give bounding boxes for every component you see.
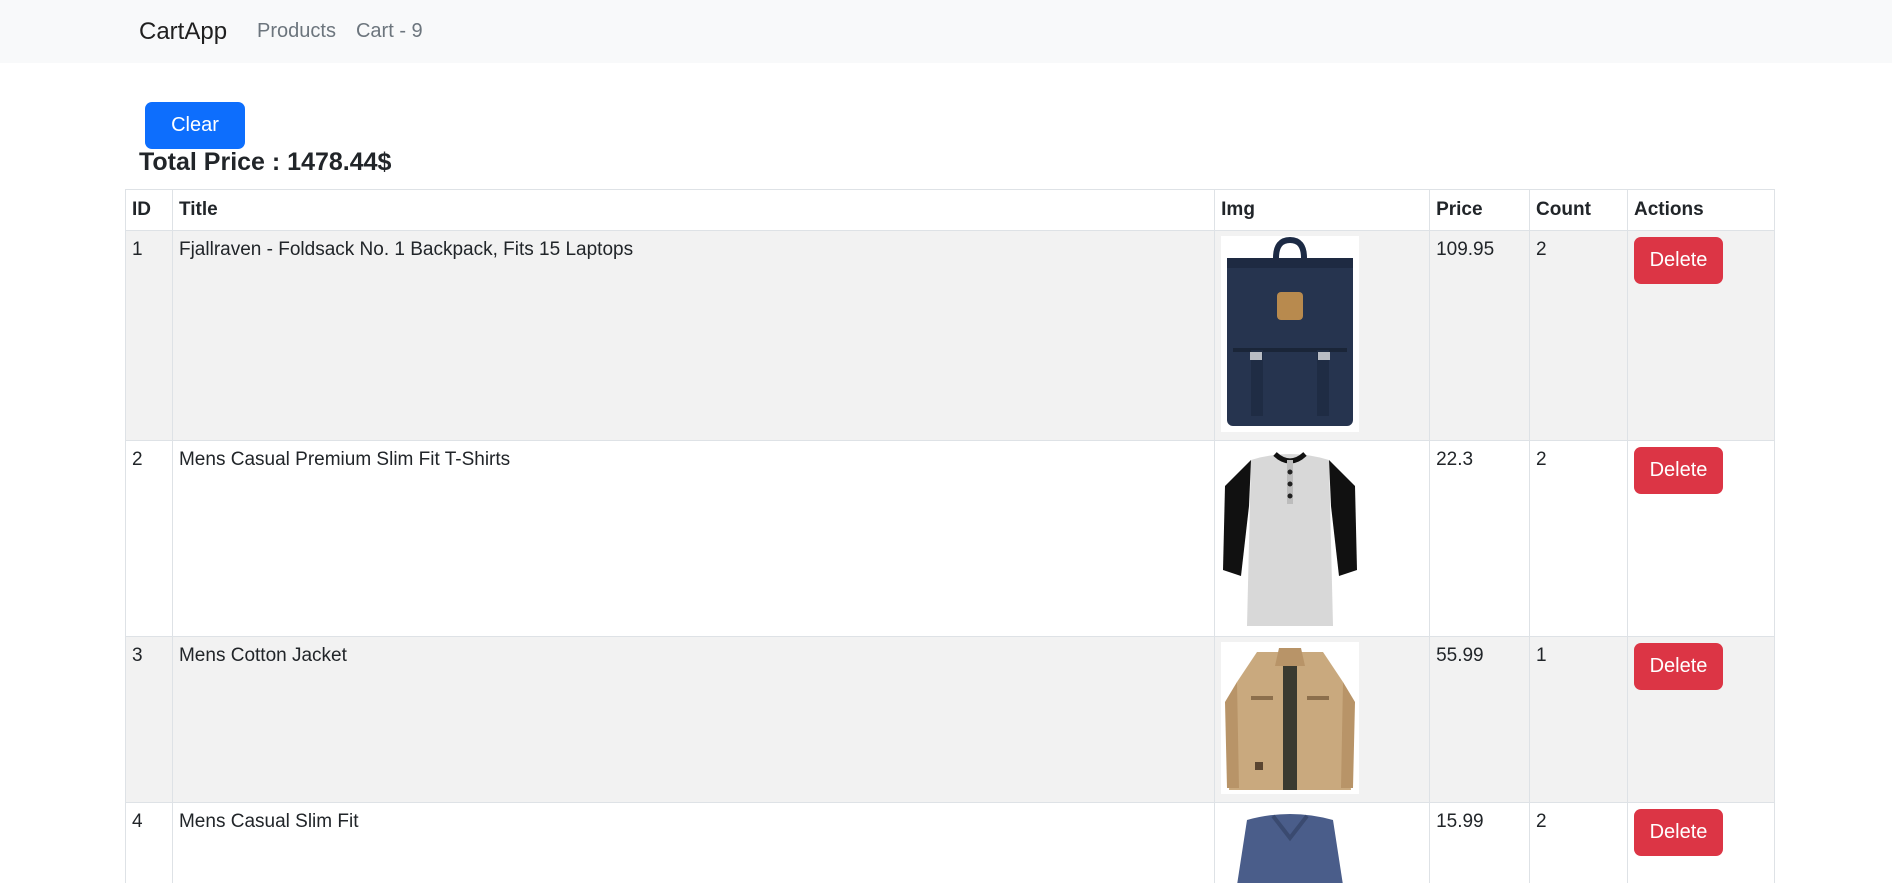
header-price: Price	[1429, 189, 1531, 231]
cell-img	[1214, 802, 1431, 883]
longsleeve-image	[1221, 808, 1360, 883]
table-row: 1 Fjallraven - Foldsack No. 1 Backpack, …	[125, 230, 1775, 441]
jacket-image	[1221, 642, 1360, 794]
cell-title: Mens Casual Premium Slim Fit T-Shirts	[171, 440, 1216, 637]
cell-count: 2	[1529, 440, 1629, 637]
table-header-row: ID Title Img Price Count Actions	[125, 189, 1775, 231]
cell-id: 1	[125, 230, 173, 441]
nav-link-cart[interactable]: Cart - 9	[356, 20, 423, 43]
cell-title: Fjallraven - Foldsack No. 1 Backpack, Fi…	[171, 230, 1216, 441]
cell-title: Mens Casual Slim Fit	[171, 802, 1216, 883]
cart-table: ID Title Img Price Count Actions 1 Fjall…	[125, 189, 1775, 883]
header-actions: Actions	[1627, 189, 1775, 231]
brand-logo[interactable]: CartApp	[139, 18, 227, 46]
cell-img	[1214, 230, 1431, 441]
cell-actions: Delete	[1627, 636, 1775, 803]
nav-link-products[interactable]: Products	[257, 20, 336, 43]
header-title: Title	[171, 189, 1216, 231]
cell-count: 1	[1529, 636, 1629, 803]
delete-button[interactable]: Delete	[1634, 237, 1724, 284]
header-count: Count	[1529, 189, 1629, 231]
tshirt-image	[1221, 446, 1360, 628]
clear-button[interactable]: Clear	[145, 102, 245, 149]
cell-count: 2	[1529, 802, 1629, 883]
cell-actions: Delete	[1627, 440, 1775, 637]
delete-button[interactable]: Delete	[1634, 809, 1724, 856]
cell-title: Mens Cotton Jacket	[171, 636, 1216, 803]
cell-img	[1214, 440, 1431, 637]
cell-actions: Delete	[1627, 802, 1775, 883]
cell-id: 2	[125, 440, 173, 637]
cell-actions: Delete	[1627, 230, 1775, 441]
cell-price: 109.95	[1429, 230, 1531, 441]
cell-count: 2	[1529, 230, 1629, 441]
cell-price: 55.99	[1429, 636, 1531, 803]
backpack-image	[1221, 236, 1360, 432]
cell-id: 3	[125, 636, 173, 803]
table-row: 2 Mens Casual Premium Slim Fit T-Shirts	[125, 440, 1775, 637]
total-price: Total Price : 1478.44$	[139, 148, 392, 176]
table-row: 4 Mens Casual Slim Fit 15.99 2 Delete	[125, 802, 1775, 883]
cell-price: 22.3	[1429, 440, 1531, 637]
cell-price: 15.99	[1429, 802, 1531, 883]
delete-button[interactable]: Delete	[1634, 643, 1724, 690]
header-img: Img	[1214, 189, 1431, 231]
header-id: ID	[125, 189, 173, 231]
delete-button[interactable]: Delete	[1634, 447, 1724, 494]
navbar: CartApp Products Cart - 9	[0, 0, 1892, 63]
table-row: 3 Mens Cotton Jacket 55.99 1 Delete	[125, 636, 1775, 803]
cell-id: 4	[125, 802, 173, 883]
cell-img	[1214, 636, 1431, 803]
